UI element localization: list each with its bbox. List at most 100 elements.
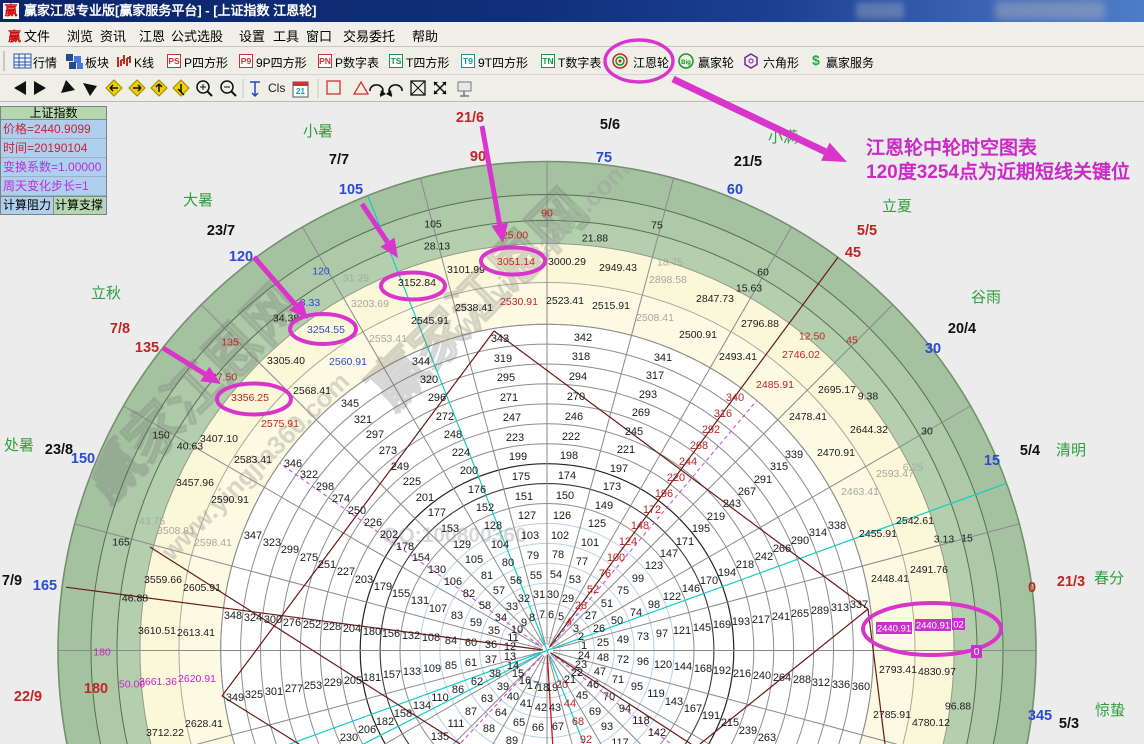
svg-text:江恩轮中轮时空图表: 江恩轮中轮时空图表 [866, 136, 1038, 159]
svg-text:84: 84 [445, 635, 457, 647]
svg-text:150: 150 [71, 451, 95, 467]
svg-text:270: 270 [567, 391, 585, 403]
svg-text:325: 325 [245, 689, 263, 701]
svg-text:23/8: 23/8 [45, 442, 73, 458]
svg-text:62: 62 [471, 676, 483, 688]
svg-text:21.88: 21.88 [582, 233, 608, 245]
svg-text:2485.91: 2485.91 [756, 379, 794, 391]
svg-text:264: 264 [773, 672, 791, 684]
svg-text:21/5: 21/5 [734, 154, 762, 170]
svg-text:2785.91: 2785.91 [873, 709, 911, 721]
svg-text:34: 34 [495, 612, 507, 624]
svg-text:199: 199 [509, 451, 527, 463]
svg-text:7/8: 7/8 [110, 321, 130, 337]
svg-text:290: 290 [791, 535, 809, 547]
svg-text:45: 45 [845, 245, 861, 261]
svg-text:3712.22: 3712.22 [146, 727, 184, 739]
svg-text:131: 131 [411, 595, 429, 607]
svg-text:203: 203 [355, 574, 373, 586]
svg-text:75: 75 [651, 220, 663, 232]
svg-text:46.88: 46.88 [122, 593, 148, 605]
svg-text:130: 130 [428, 564, 446, 576]
svg-text:2440.91: 2440.91 [916, 621, 950, 632]
svg-text:2542.61: 2542.61 [896, 515, 934, 527]
svg-text:123: 123 [645, 560, 663, 572]
svg-text:171: 171 [676, 536, 694, 548]
svg-text:102: 102 [551, 530, 569, 542]
svg-text:202: 202 [380, 529, 398, 541]
svg-text:175: 175 [512, 471, 530, 483]
svg-text:323: 323 [263, 537, 281, 549]
svg-text:301: 301 [265, 686, 283, 698]
svg-text:252: 252 [303, 619, 321, 631]
svg-text:275: 275 [300, 552, 318, 564]
svg-text:惊蛰: 惊蛰 [1095, 702, 1125, 719]
svg-text:5/6: 5/6 [600, 117, 620, 133]
svg-text:313: 313 [831, 602, 849, 614]
svg-text:135: 135 [221, 337, 239, 349]
svg-text:2553.41: 2553.41 [369, 333, 407, 345]
svg-text:341: 341 [654, 352, 672, 364]
svg-text:191: 191 [702, 710, 720, 722]
svg-text:223: 223 [506, 432, 524, 444]
svg-text:339: 339 [785, 449, 803, 461]
svg-text:132: 132 [402, 630, 420, 642]
svg-text:7: 7 [539, 609, 545, 621]
svg-text:7/9: 7/9 [2, 573, 22, 589]
svg-text:345: 345 [341, 398, 359, 410]
svg-text:92: 92 [580, 734, 592, 744]
svg-text:224: 224 [452, 447, 470, 459]
svg-text:5/5: 5/5 [857, 223, 877, 239]
svg-text:5/3: 5/3 [1059, 716, 1079, 732]
svg-text:263: 263 [758, 732, 776, 744]
svg-text:167: 167 [684, 703, 702, 715]
svg-text:269: 269 [632, 407, 650, 419]
svg-text:61: 61 [465, 657, 477, 669]
svg-text:0: 0 [1028, 580, 1036, 596]
svg-text:119: 119 [647, 688, 665, 700]
svg-text:3305.40: 3305.40 [267, 355, 305, 367]
svg-text:246: 246 [565, 411, 583, 423]
svg-text:90: 90 [470, 149, 486, 165]
svg-text:194: 194 [718, 567, 736, 579]
svg-text:78: 78 [552, 549, 564, 561]
svg-text:158: 158 [394, 708, 412, 720]
svg-text:96.88: 96.88 [945, 701, 971, 713]
svg-text:145: 145 [693, 622, 711, 634]
svg-text:30: 30 [925, 341, 941, 357]
svg-text:179: 179 [374, 581, 392, 593]
svg-text:38: 38 [489, 668, 501, 680]
svg-text:229: 229 [324, 677, 342, 689]
svg-text:120: 120 [654, 659, 672, 671]
svg-text:36: 36 [485, 639, 497, 651]
svg-text:69: 69 [589, 706, 601, 718]
svg-text:2613.41: 2613.41 [177, 627, 215, 639]
svg-text:198: 198 [560, 450, 578, 462]
svg-text:105: 105 [339, 182, 363, 198]
svg-text:321: 321 [354, 414, 372, 426]
svg-text:225: 225 [403, 476, 421, 488]
svg-text:2545.91: 2545.91 [411, 315, 449, 327]
svg-text:241: 241 [772, 611, 790, 623]
svg-text:169: 169 [713, 619, 731, 631]
svg-text:6.25: 6.25 [903, 462, 924, 474]
svg-text:135: 135 [135, 340, 159, 356]
svg-text:46: 46 [587, 679, 599, 691]
svg-text:2515.91: 2515.91 [592, 300, 630, 312]
svg-text:60: 60 [465, 637, 477, 649]
svg-text:144: 144 [674, 661, 692, 673]
svg-text:215: 215 [721, 717, 739, 729]
svg-text:67: 67 [552, 721, 564, 733]
svg-text:2493.41: 2493.41 [719, 351, 757, 363]
svg-text:94: 94 [619, 703, 631, 715]
svg-text:247: 247 [503, 412, 521, 424]
svg-text:2560.91: 2560.91 [329, 356, 367, 368]
svg-text:50: 50 [611, 615, 623, 627]
svg-text:72: 72 [617, 654, 629, 666]
svg-text:120度3254点为近期短线关键位: 120度3254点为近期短线关键位 [866, 160, 1130, 183]
svg-text:22/9: 22/9 [14, 689, 42, 705]
svg-text:97: 97 [656, 628, 668, 640]
svg-text:58: 58 [479, 600, 491, 612]
svg-text:243: 243 [723, 498, 741, 510]
svg-text:121: 121 [673, 625, 691, 637]
